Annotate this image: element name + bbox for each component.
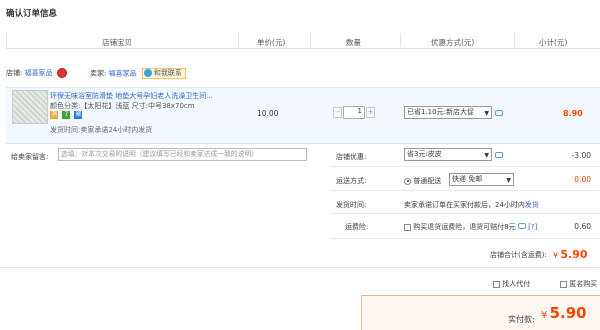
insurance-text: 购买退货运费险，退货可赔付8元 (413, 223, 516, 231)
consumer-guarantee-icon[interactable]: 消 (50, 111, 58, 119)
payment-value: 5.90 (549, 304, 587, 322)
shipping-radio[interactable] (404, 177, 411, 185)
page-title: 确认订单信息 (6, 9, 58, 19)
shop-total-value: 5.90 (560, 248, 588, 261)
insurance-option: 购买退货运费险，退货可赔付8元 [?] (404, 222, 537, 232)
shop-total: ¥ 5.90 (553, 248, 587, 261)
shop-total-label: 店铺合计(含运费): (490, 251, 547, 259)
shop-discount-amount: -3.00 (571, 151, 591, 160)
header-rule (6, 48, 600, 49)
shipping-radio-label: 普通配送 (413, 177, 442, 185)
product-title-link[interactable]: 环保无味浴室防滑垫 地垫大号孕妇老人洗澡卫生间... (50, 91, 230, 101)
product-attributes: 颜色分类:【太阳花】浅蓝 尺寸:中号38x70cm (50, 102, 195, 110)
item-discount-value: 已省1.10元:新店大促 (407, 108, 474, 116)
seven-day-return-icon[interactable]: 7 (62, 111, 71, 119)
service-badges: 消 7 聚 (50, 111, 84, 119)
insurance-checkbox[interactable] (404, 223, 411, 231)
quantity-input[interactable]: 1 (343, 106, 365, 119)
unit-price: 10.00 (257, 109, 279, 118)
seller-label: 卖家: (90, 69, 107, 78)
header-divider (6, 33, 7, 47)
col-header-items: 店铺宝贝 (102, 38, 132, 47)
section-divider (0, 267, 600, 268)
shop-total-currency: ¥ (553, 251, 559, 260)
payment-total: ¥ 5.90 (541, 304, 587, 322)
shop-discount-info-icon[interactable] (495, 152, 503, 158)
shop-seal-icon (56, 68, 67, 78)
discount-info-icon[interactable] (495, 110, 503, 116)
seller-info: 卖家: 福喜家品 和我联系 (90, 68, 186, 79)
insurance-info-icon[interactable] (517, 223, 526, 229)
message-to-seller-input[interactable]: 选填：对本次交易的说明（建议填写已经和卖家达成一致的说明） (58, 148, 307, 161)
shop-discount-select[interactable]: 省3元:皮皮 ▼ (404, 148, 492, 161)
message-label: 给卖家留言: (11, 153, 49, 161)
row-divider (330, 190, 600, 191)
anonymous-option: 匿名购买 (560, 279, 597, 289)
payment-label: 实付款: (508, 315, 535, 324)
chevron-down-icon: ▼ (506, 177, 511, 184)
seller-name-link[interactable]: 福喜家品 (109, 70, 137, 78)
col-header-quantity: 数量 (346, 38, 361, 47)
contact-seller-button[interactable]: 和我联系 (141, 68, 186, 79)
shipping-label: 运送方式: (336, 177, 367, 185)
anonymous-label: 匿名购买 (569, 280, 598, 288)
header-divider (400, 33, 401, 47)
pay-for-me-checkbox[interactable] (493, 280, 500, 288)
product-thumbnail[interactable] (12, 90, 48, 124)
shop-discount-value: 省3元:皮皮 (407, 150, 442, 158)
anonymous-checkbox[interactable] (560, 280, 567, 288)
shipping-value: 快递 免邮 (452, 175, 483, 183)
header-divider (238, 33, 239, 47)
chevron-down-icon: ▼ (484, 110, 489, 117)
ship-time-link[interactable]: 发货 (525, 201, 539, 209)
item-subtotal: 8.90 (563, 109, 583, 118)
wangwang-icon (143, 69, 152, 77)
ship-time-label: 发货时间: (336, 201, 367, 209)
col-header-subtotal: 小计(元) (539, 38, 568, 47)
ship-time-value: 卖家承诺订单在买家付款后，24小时内 (404, 201, 525, 209)
col-header-discount: 优惠方式(元) (431, 38, 475, 47)
shop-name-link[interactable]: 福喜家品 (25, 69, 53, 77)
chevron-down-icon: ▼ (484, 152, 489, 159)
shipping-method: 普通配送 (404, 176, 441, 186)
quantity-increase-button[interactable]: + (366, 107, 375, 118)
header-divider (514, 33, 515, 47)
item-discount-select[interactable]: 已省1.10元:新店大促 ▼ (404, 106, 492, 119)
header-divider (310, 33, 311, 47)
shipping-select[interactable]: 快递 免邮 ▼ (449, 173, 514, 186)
row-divider (330, 166, 600, 167)
ship-time-note: 发货时间:卖家承诺24小时内发货 (50, 126, 153, 134)
row-divider (330, 238, 600, 239)
quantity-decrease-button[interactable]: − (333, 107, 342, 118)
pay-for-me-option: 找人代付 (493, 279, 530, 289)
row-divider (330, 213, 600, 214)
ship-time-text: 卖家承诺订单在买家付款后，24小时内发货 (404, 200, 539, 210)
pay-for-me-label: 找人代付 (502, 280, 531, 288)
insurance-help-link[interactable]: [?] (528, 223, 537, 231)
shop-label: 店铺: (6, 69, 23, 77)
contact-seller-label: 和我联系 (153, 69, 182, 77)
col-header-unit-price: 单价(元) (257, 38, 286, 47)
shipping-amount: 0.00 (574, 175, 591, 184)
promotion-icon[interactable]: 聚 (74, 111, 83, 119)
shop-discount-label: 店铺优惠: (336, 153, 367, 161)
payment-currency: ¥ (541, 310, 548, 321)
shop-info: 店铺: 福喜家品 (6, 68, 67, 78)
insurance-label: 运费险: (345, 223, 369, 231)
insurance-amount: 0.60 (574, 222, 591, 231)
